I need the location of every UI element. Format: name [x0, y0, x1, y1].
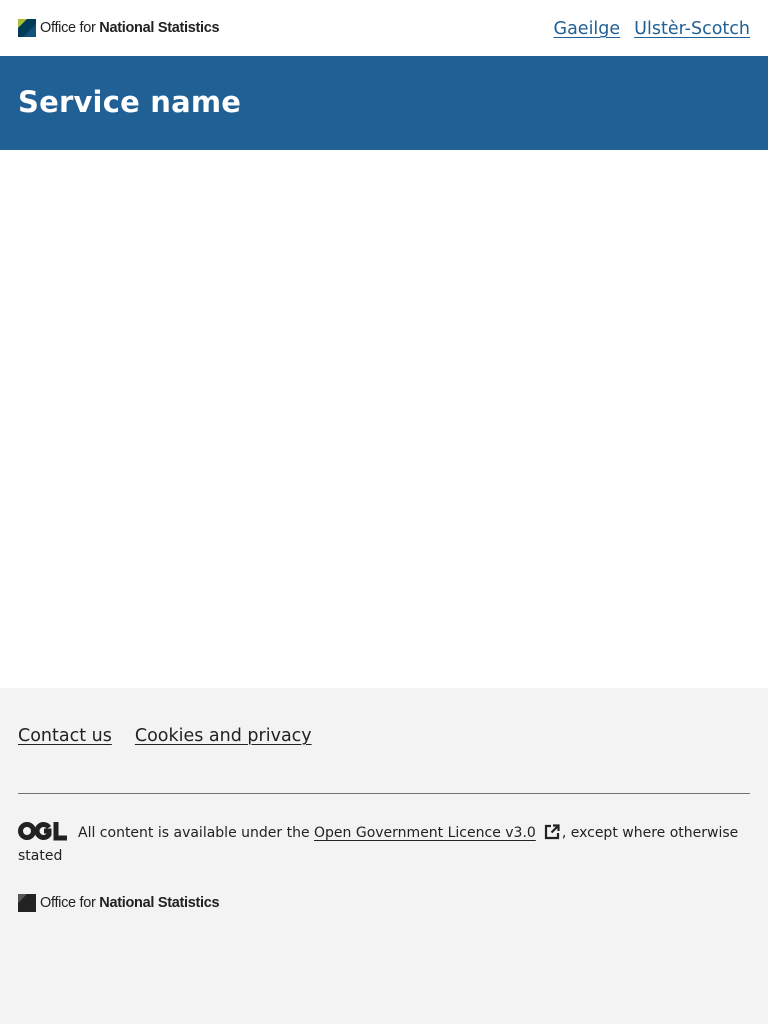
- ogl-logo-icon: [18, 822, 67, 841]
- main-content: [0, 150, 768, 688]
- ons-logo-text: Office for National Statistics: [40, 20, 220, 36]
- external-link-icon: [544, 824, 560, 840]
- open-government-licence-link[interactable]: Open Government Licence v3.0: [314, 825, 536, 841]
- footer: Contact us Cookies and privacy All conte…: [0, 688, 768, 1024]
- logo-text-bold: National Statistics: [99, 20, 220, 36]
- language-link-ulster-scotch[interactable]: Ulstèr-Scotch: [634, 19, 750, 39]
- masthead: Office for National Statistics Gaeilge U…: [0, 0, 768, 56]
- footer-link-cookies-privacy[interactable]: Cookies and privacy: [135, 726, 312, 746]
- language-selector: Gaeilge Ulstèr-Scotch: [554, 17, 750, 39]
- ons-logo-icon: [18, 894, 36, 912]
- ons-header-logo-link[interactable]: Office for National Statistics: [18, 19, 220, 37]
- language-link-gaeilge[interactable]: Gaeilge: [554, 19, 621, 39]
- footer-logo-text-bold: National Statistics: [99, 895, 220, 911]
- footer-links: Contact us Cookies and privacy: [18, 688, 750, 746]
- page: Office for National Statistics Gaeilge U…: [0, 0, 768, 1024]
- service-bar: Service name: [0, 56, 768, 150]
- footer-ons-logo: Office for National Statistics: [18, 894, 750, 912]
- ons-logo-icon: [18, 19, 36, 37]
- footer-divider: [18, 793, 750, 794]
- licence-prefix: All content is available under the: [78, 825, 310, 841]
- ons-footer-logo-link[interactable]: Office for National Statistics: [18, 894, 220, 912]
- licence-statement: All content is available under the Open …: [18, 821, 750, 868]
- ons-footer-logo-text: Office for National Statistics: [40, 895, 220, 911]
- service-name-link[interactable]: Service name: [18, 85, 241, 122]
- footer-link-contact-us[interactable]: Contact us: [18, 726, 112, 746]
- logo-text-regular: Office for: [40, 20, 100, 36]
- footer-logo-text-regular: Office for: [40, 895, 100, 911]
